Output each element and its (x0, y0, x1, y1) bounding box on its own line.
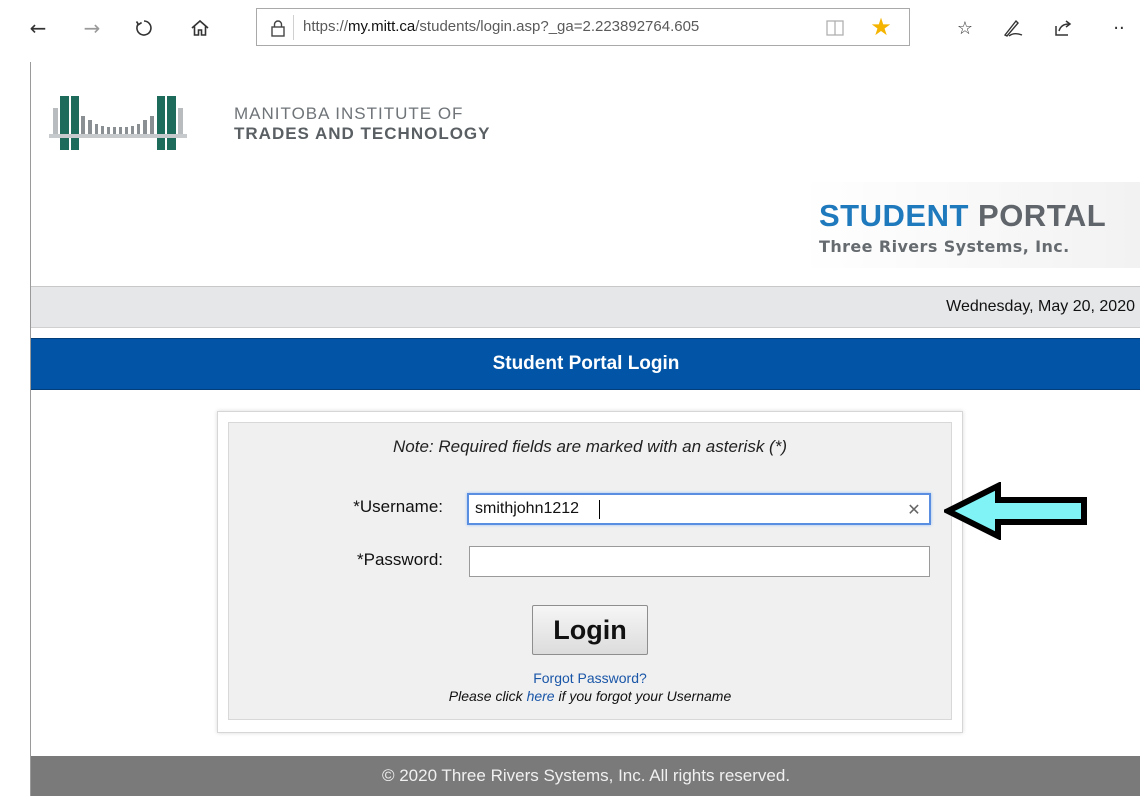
mitt-logo (49, 96, 187, 150)
help-suffix: if you forgot your Username (554, 688, 732, 704)
url-text[interactable]: https://my.mitt.ca/students/login.asp?_g… (303, 18, 823, 38)
back-button[interactable]: ← (20, 10, 56, 46)
home-icon (191, 19, 209, 36)
favorites-hub-button[interactable]: ☆ (948, 12, 982, 44)
portal-word-portal: PORTAL (978, 198, 1107, 233)
address-separator (293, 15, 294, 40)
forgot-username-help: Please click here if you forgot your Use… (229, 688, 951, 704)
address-bar[interactable]: https://my.mitt.ca/students/login.asp?_g… (256, 8, 910, 46)
current-date: Wednesday, May 20, 2020 (946, 298, 1135, 315)
arrow-right-icon: → (83, 16, 101, 40)
forgot-username-link[interactable]: here (527, 688, 555, 704)
help-prefix: Please click (448, 688, 527, 704)
browser-toolbar: ← → https://my.mitt.ca/students/login.as… (0, 0, 1140, 62)
page-title: Student Portal Login (492, 353, 680, 374)
clear-icon[interactable]: ✕ (905, 499, 923, 519)
more-button[interactable]: ·· (1104, 12, 1134, 44)
password-input[interactable] (469, 546, 930, 577)
share-button[interactable] (1046, 12, 1080, 44)
login-title-bar: Student Portal Login (31, 338, 1140, 390)
password-label: *Password: (357, 550, 443, 569)
page-viewport: MANITOBA INSTITUTE OF TRADES AND TECHNOL… (30, 62, 1140, 796)
forgot-password-link[interactable]: Forgot Password? (229, 670, 951, 686)
pen-icon (1003, 19, 1023, 37)
home-button[interactable] (182, 10, 218, 46)
refresh-icon (135, 20, 152, 36)
favorites-list-icon: ☆ (956, 17, 974, 39)
text-caret (599, 500, 600, 519)
portal-word-student: STUDENT (819, 198, 969, 233)
institute-name: MANITOBA INSTITUTE OF TRADES AND TECHNOL… (234, 104, 491, 144)
date-bar: Wednesday, May 20, 2020 (31, 286, 1140, 328)
more-icon: ·· (1113, 17, 1125, 39)
login-card: Note: Required fields are marked with an… (217, 411, 963, 733)
arrow-left-icon: ← (29, 16, 47, 40)
institute-line1: MANITOBA INSTITUTE OF (234, 104, 464, 123)
institute-line2: TRADES AND TECHNOLOGY (234, 124, 491, 143)
portal-title: STUDENT PORTAL (819, 198, 1106, 234)
required-note: Note: Required fields are marked with an… (393, 437, 787, 456)
refresh-button[interactable] (126, 10, 162, 46)
annotation-arrow-icon (944, 482, 1087, 540)
username-label: *Username: (353, 497, 443, 516)
copyright-text: © 2020 Three Rivers Systems, Inc. All ri… (381, 766, 791, 785)
username-input[interactable]: smithjohn1212 ✕ (467, 493, 931, 525)
footer: © 2020 Three Rivers Systems, Inc. All ri… (31, 756, 1140, 796)
username-value: smithjohn1212 (475, 500, 580, 517)
lock-icon (267, 17, 289, 39)
student-portal-brand: STUDENT PORTAL Three Rivers Systems, Inc… (801, 182, 1140, 268)
login-button[interactable]: Login (532, 605, 648, 655)
share-icon (1055, 20, 1072, 36)
forward-button[interactable]: → (74, 10, 110, 46)
login-form: Note: Required fields are marked with an… (228, 422, 952, 720)
notes-button[interactable] (996, 12, 1030, 44)
star-icon[interactable]: ★ (867, 13, 895, 41)
portal-company: Three Rivers Systems, Inc. (819, 237, 1070, 256)
reading-view-icon[interactable] (823, 17, 847, 39)
